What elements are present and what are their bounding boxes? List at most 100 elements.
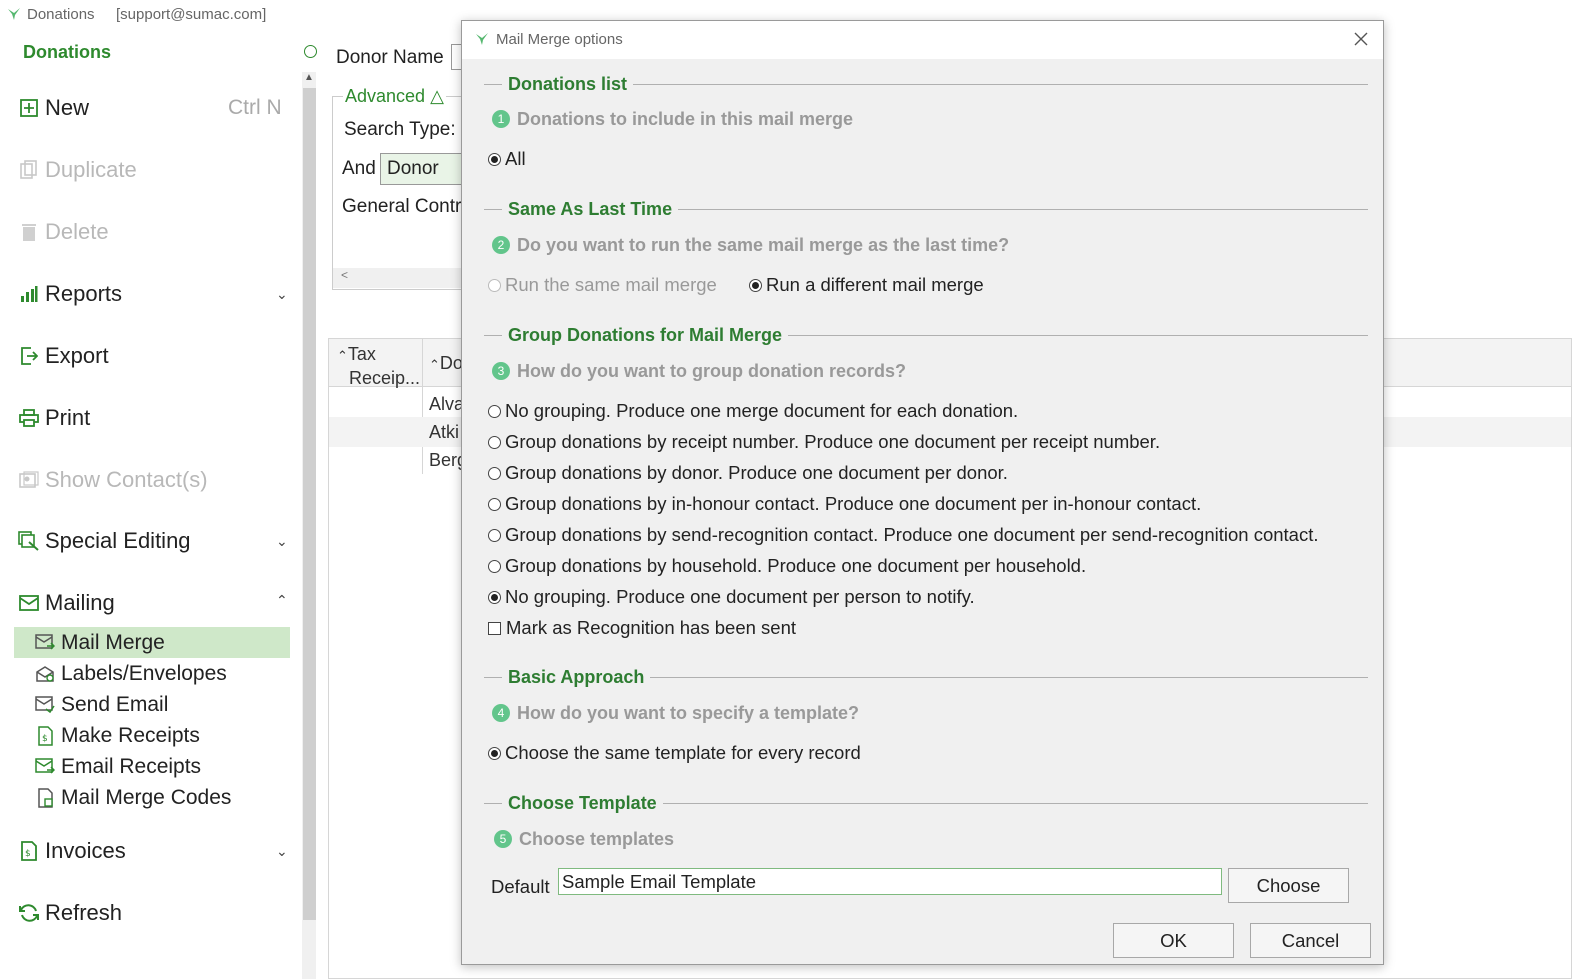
- sidebar-item-mailing[interactable]: Mailing ⌃: [18, 588, 288, 618]
- chevron-down-icon: ⌄: [276, 532, 288, 549]
- grouping-option-radio[interactable]: No grouping. Produce one merge document …: [488, 400, 1018, 422]
- grouping-option-radio[interactable]: Group donations by receipt number. Produ…: [488, 431, 1160, 453]
- and-field-select[interactable]: Donor: [380, 153, 470, 185]
- column-divider: [422, 339, 423, 474]
- grouping-option-radio-selected[interactable]: No grouping. Produce one document per pe…: [488, 586, 975, 608]
- choose-template-button[interactable]: Choose: [1228, 868, 1349, 903]
- section-same-as-last-time: Same As Last Time: [484, 199, 1368, 220]
- chevron-down-icon: ⌄: [276, 842, 288, 859]
- sidebar-item-special-editing[interactable]: Special Editing ⌄: [18, 526, 288, 556]
- grouping-option-radio[interactable]: Group donations by donor. Produce one do…: [488, 462, 1008, 484]
- sidebar-item-duplicate[interactable]: Duplicate: [18, 155, 137, 185]
- refresh-icon: [18, 902, 40, 924]
- default-template-input[interactable]: [558, 868, 1222, 895]
- sort-ascending-icon: ⌃: [429, 357, 440, 372]
- sidebar-item-export[interactable]: Export: [18, 341, 109, 371]
- sidebar-subitem-label: Make Receipts: [61, 723, 200, 747]
- radio-indicator: [488, 559, 501, 573]
- sidebar-item-label: Refresh: [45, 900, 123, 925]
- grouping-option-radio[interactable]: Group donations by send-recognition cont…: [488, 524, 1318, 546]
- sidebar-item-show-contacts[interactable]: Show Contact(s): [18, 465, 208, 495]
- sidebar-subitem-label: Mail Merge: [61, 630, 165, 654]
- window-user: [support@sumac.com]: [116, 6, 267, 23]
- sumac-logo-icon: [8, 8, 20, 20]
- radio-label: Group donations by receipt number. Produ…: [505, 431, 1161, 452]
- radio-indicator: [488, 746, 501, 760]
- scroll-left-icon[interactable]: <: [341, 268, 348, 282]
- sidebar-item-make-receipts[interactable]: $ Make Receipts: [14, 720, 290, 751]
- radio-indicator: [488, 152, 501, 166]
- column-tax-receipt[interactable]: ⌃Tax Receip...: [337, 343, 420, 390]
- radio-label: Group donations by household. Produce on…: [505, 555, 1087, 576]
- svg-text:$: $: [25, 849, 31, 859]
- grouping-option-radio[interactable]: Group donations by in-honour contact. Pr…: [488, 493, 1201, 515]
- run-different-merge-radio[interactable]: Run a different mail merge: [749, 274, 984, 296]
- radio-label: No grouping. Produce one document per pe…: [505, 586, 975, 607]
- sidebar-item-label: Print: [45, 405, 91, 430]
- sidebar-item-refresh[interactable]: Refresh: [18, 898, 122, 928]
- bar-chart-icon: [18, 283, 40, 305]
- scroll-up-icon[interactable]: ▲: [304, 72, 314, 83]
- table-row[interactable]: Atki: [429, 422, 459, 443]
- mail-merge-options-dialog: Mail Merge options Donations list 1 Dona…: [461, 20, 1384, 965]
- grouping-option-radio[interactable]: Group donations by household. Produce on…: [488, 555, 1086, 577]
- collapse-sidebar-icon[interactable]: [304, 45, 317, 58]
- table-row[interactable]: Alva: [429, 394, 464, 415]
- sidebar-item-label: Mailing: [45, 590, 115, 615]
- mark-recognition-checkbox[interactable]: Mark as Recognition has been sent: [488, 617, 796, 639]
- radio-label: Group donations by in-honour contact. Pr…: [505, 493, 1202, 514]
- section-label: Group Donations for Mail Merge: [502, 325, 789, 346]
- sidebar-item-reports[interactable]: Reports ⌄: [18, 279, 288, 309]
- triangle-up-icon: △: [430, 86, 444, 106]
- section-basic-approach: Basic Approach: [484, 667, 1368, 688]
- export-icon: [18, 345, 40, 367]
- sidebar-item-delete[interactable]: Delete: [18, 217, 109, 247]
- default-template-label: Default: [491, 876, 550, 897]
- email-receipt-icon: [34, 756, 56, 778]
- question-5: 5 Choose templates: [494, 827, 674, 851]
- section-group-donations: Group Donations for Mail Merge: [484, 325, 1368, 346]
- question-text: How do you want to group donation record…: [517, 360, 906, 381]
- sort-ascending-icon: ⌃: [337, 348, 348, 363]
- section-donations-list: Donations list: [484, 74, 1368, 95]
- question-1: 1 Donations to include in this mail merg…: [492, 107, 853, 131]
- section-label: Choose Template: [502, 793, 663, 814]
- radio-indicator: [488, 435, 501, 449]
- radio-indicator: [488, 590, 501, 604]
- sidebar-item-mail-merge-codes[interactable]: Mail Merge Codes: [14, 782, 290, 813]
- merge-codes-icon: [34, 787, 56, 809]
- same-template-radio[interactable]: Choose the same template for every recor…: [488, 742, 861, 764]
- sidebar-item-send-email[interactable]: Send Email: [14, 689, 290, 720]
- shortcut-label: Ctrl N: [228, 96, 282, 119]
- advanced-label: Advanced: [345, 86, 426, 106]
- radio-indicator: [488, 528, 501, 542]
- sidebar-item-label: Show Contact(s): [45, 467, 208, 492]
- radio-indicator: [488, 278, 501, 292]
- sidebar-scrollbar-thumb[interactable]: [303, 88, 316, 920]
- mail-merge-icon: [34, 632, 56, 654]
- sidebar-item-email-receipts[interactable]: Email Receipts: [14, 751, 290, 782]
- cancel-button[interactable]: Cancel: [1250, 923, 1371, 958]
- sidebar-item-print[interactable]: Print: [18, 403, 90, 433]
- include-all-radio[interactable]: All: [488, 148, 526, 170]
- sidebar-item-mail-merge[interactable]: Mail Merge: [14, 627, 290, 658]
- advanced-horizontal-scrollbar[interactable]: <: [333, 268, 471, 288]
- chevron-up-icon: ⌃: [276, 592, 288, 608]
- ok-button[interactable]: OK: [1113, 923, 1234, 958]
- sidebar-item-label: New: [45, 95, 90, 120]
- advanced-toggle[interactable]: Advanced △: [343, 86, 446, 107]
- envelope-label-icon: [34, 663, 56, 685]
- radio-label: Choose the same template for every recor…: [505, 742, 861, 763]
- run-same-merge-radio[interactable]: Run the same mail merge: [488, 274, 717, 296]
- step-badge: 1: [492, 110, 510, 128]
- general-contribution-label: General Contr: [342, 196, 462, 217]
- close-icon[interactable]: [1352, 30, 1370, 48]
- sidebar-item-label: Delete: [45, 219, 109, 244]
- radio-indicator: [488, 404, 501, 418]
- and-label: And: [342, 158, 376, 179]
- sidebar-item-invoices[interactable]: $ Invoices ⌄: [18, 836, 288, 866]
- sidebar-item-new[interactable]: New Ctrl N: [18, 93, 282, 123]
- sidebar-item-labels-envelopes[interactable]: Labels/Envelopes: [14, 658, 290, 689]
- column-donor[interactable]: ⌃Do: [429, 353, 463, 374]
- sidebar-subitem-label: Mail Merge Codes: [61, 785, 232, 809]
